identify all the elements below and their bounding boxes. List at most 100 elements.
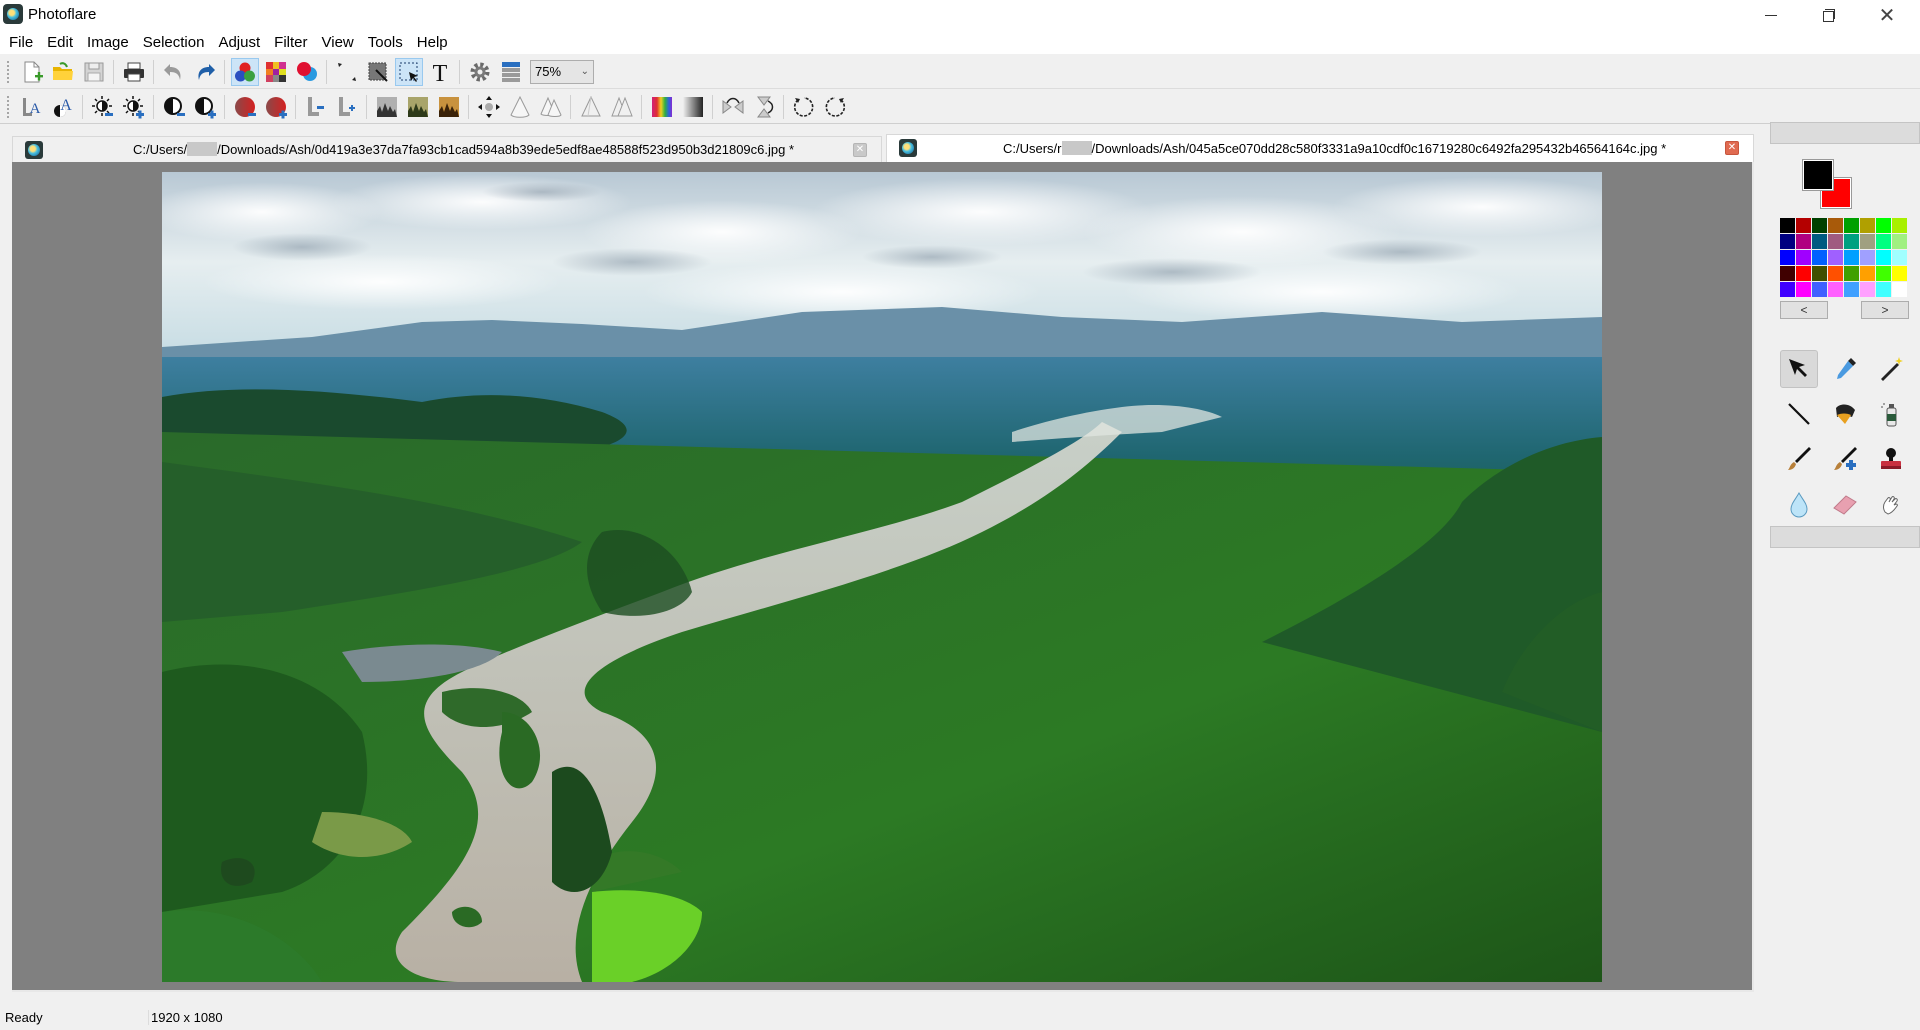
restore-button[interactable] bbox=[1800, 0, 1858, 30]
grayscale-button[interactable] bbox=[373, 93, 401, 121]
menu-tools[interactable]: Tools bbox=[361, 32, 410, 53]
blur-more-button[interactable] bbox=[608, 93, 636, 121]
contrast-up-button[interactable] bbox=[191, 93, 219, 121]
old-photo-button[interactable] bbox=[404, 93, 432, 121]
palette-swatch[interactable] bbox=[1876, 218, 1891, 233]
layers-button[interactable] bbox=[497, 58, 525, 86]
brightness-up-button[interactable] bbox=[120, 93, 148, 121]
palette-swatch[interactable] bbox=[1828, 250, 1843, 265]
menu-file[interactable]: File bbox=[2, 32, 40, 53]
contrast-down-button[interactable] bbox=[160, 93, 188, 121]
palette-swatch[interactable] bbox=[1828, 234, 1843, 249]
minimize-button[interactable] bbox=[1742, 0, 1800, 30]
gamma-up-button[interactable] bbox=[333, 93, 361, 121]
palette-next-button[interactable]: > bbox=[1861, 301, 1909, 319]
sepia-button[interactable] bbox=[435, 93, 463, 121]
red-blue-filter-button[interactable] bbox=[293, 58, 321, 86]
mosaic-button[interactable] bbox=[262, 58, 290, 86]
blur-tool[interactable] bbox=[1780, 485, 1818, 523]
palette-swatch[interactable] bbox=[1844, 282, 1859, 297]
open-file-button[interactable] bbox=[49, 58, 77, 86]
brightness-down-button[interactable] bbox=[89, 93, 117, 121]
palette-swatch[interactable] bbox=[1812, 282, 1827, 297]
palette-swatch[interactable] bbox=[1844, 250, 1859, 265]
palette-swatch[interactable] bbox=[1892, 282, 1907, 297]
font-size-down-button[interactable]: A bbox=[18, 93, 46, 121]
palette-swatch[interactable] bbox=[1860, 234, 1875, 249]
palette-swatch[interactable] bbox=[1812, 234, 1827, 249]
palette-swatch[interactable] bbox=[1796, 282, 1811, 297]
toolbar-grip[interactable] bbox=[6, 59, 10, 84]
palette-swatch[interactable] bbox=[1780, 234, 1795, 249]
color-gradient-button[interactable] bbox=[648, 93, 676, 121]
document-tab-active[interactable]: C:/Users/r/Downloads/Ash/045a5ce070dd28c… bbox=[886, 134, 1754, 162]
text-button[interactable]: T bbox=[426, 58, 454, 86]
paint-bucket-tool[interactable] bbox=[1826, 395, 1864, 433]
flip-horizontal-button[interactable] bbox=[719, 93, 747, 121]
paintbrush-tool[interactable] bbox=[1780, 440, 1818, 478]
undo-button[interactable] bbox=[160, 58, 188, 86]
menu-edit[interactable]: Edit bbox=[40, 32, 80, 53]
stamp-tool[interactable] bbox=[1872, 440, 1910, 478]
color-picker-tool[interactable] bbox=[1826, 350, 1864, 388]
palette-previous-button[interactable]: < bbox=[1780, 301, 1828, 319]
close-button[interactable]: ✕ bbox=[1858, 0, 1916, 30]
palette-swatch[interactable] bbox=[1796, 266, 1811, 281]
saturation-down-button[interactable] bbox=[231, 93, 259, 121]
smudge-tool[interactable] bbox=[1872, 485, 1910, 523]
sharpen-more-button[interactable] bbox=[537, 93, 565, 121]
smart-brush-tool[interactable] bbox=[1826, 440, 1864, 478]
document-tab[interactable]: C:/Users//Downloads/Ash/0d419a3e37da7fa9… bbox=[12, 136, 882, 162]
gamma-down-button[interactable] bbox=[302, 93, 330, 121]
palette-swatch[interactable] bbox=[1828, 282, 1843, 297]
palette-swatch[interactable] bbox=[1892, 218, 1907, 233]
menu-image[interactable]: Image bbox=[80, 32, 136, 53]
menu-selection[interactable]: Selection bbox=[136, 32, 212, 53]
resize-canvas-button[interactable] bbox=[364, 58, 392, 86]
gray-gradient-button[interactable] bbox=[679, 93, 707, 121]
palette-swatch[interactable] bbox=[1860, 218, 1875, 233]
menu-view[interactable]: View bbox=[315, 32, 361, 53]
palette-swatch[interactable] bbox=[1876, 250, 1891, 265]
palette-swatch[interactable] bbox=[1812, 266, 1827, 281]
palette-swatch[interactable] bbox=[1876, 266, 1891, 281]
flip-vertical-button[interactable] bbox=[750, 93, 778, 121]
palette-swatch[interactable] bbox=[1828, 218, 1843, 233]
menu-adjust[interactable]: Adjust bbox=[211, 32, 267, 53]
palette-swatch[interactable] bbox=[1892, 250, 1907, 265]
image-canvas-area[interactable] bbox=[12, 162, 1754, 992]
rotate-ccw-button[interactable] bbox=[790, 93, 818, 121]
palette-swatch[interactable] bbox=[1876, 234, 1891, 249]
print-button[interactable] bbox=[120, 58, 148, 86]
palette-swatch[interactable] bbox=[1796, 234, 1811, 249]
text-outline-button[interactable]: A bbox=[49, 93, 77, 121]
palette-swatch[interactable] bbox=[1844, 218, 1859, 233]
toolbar-grip[interactable] bbox=[6, 94, 10, 119]
save-file-button[interactable] bbox=[80, 58, 108, 86]
palette-swatch[interactable] bbox=[1780, 266, 1795, 281]
zoom-level-dropdown[interactable]: 75% ⌄ bbox=[530, 59, 594, 84]
palette-swatch[interactable] bbox=[1844, 234, 1859, 249]
resize-image-button[interactable] bbox=[333, 58, 361, 86]
redo-button[interactable] bbox=[191, 58, 219, 86]
blur-button[interactable] bbox=[577, 93, 605, 121]
palette-swatch[interactable] bbox=[1812, 218, 1827, 233]
saturation-up-button[interactable] bbox=[262, 93, 290, 121]
palette-swatch[interactable] bbox=[1892, 266, 1907, 281]
palette-swatch[interactable] bbox=[1828, 266, 1843, 281]
palette-swatch[interactable] bbox=[1780, 218, 1795, 233]
color-channels-button[interactable] bbox=[230, 57, 259, 86]
palette-swatch[interactable] bbox=[1892, 234, 1907, 249]
palette-swatch[interactable] bbox=[1796, 250, 1811, 265]
image-canvas[interactable] bbox=[162, 172, 1602, 982]
magic-wand-tool[interactable] bbox=[1872, 350, 1910, 388]
palette-swatch[interactable] bbox=[1780, 250, 1795, 265]
selection-button[interactable] bbox=[394, 57, 423, 86]
spray-can-tool[interactable] bbox=[1872, 395, 1910, 433]
palette-swatch[interactable] bbox=[1812, 250, 1827, 265]
palette-swatch[interactable] bbox=[1860, 250, 1875, 265]
eraser-tool[interactable] bbox=[1826, 485, 1864, 523]
menu-filter[interactable]: Filter bbox=[267, 32, 314, 53]
palette-swatch[interactable] bbox=[1876, 282, 1891, 297]
palette-swatch[interactable] bbox=[1860, 266, 1875, 281]
